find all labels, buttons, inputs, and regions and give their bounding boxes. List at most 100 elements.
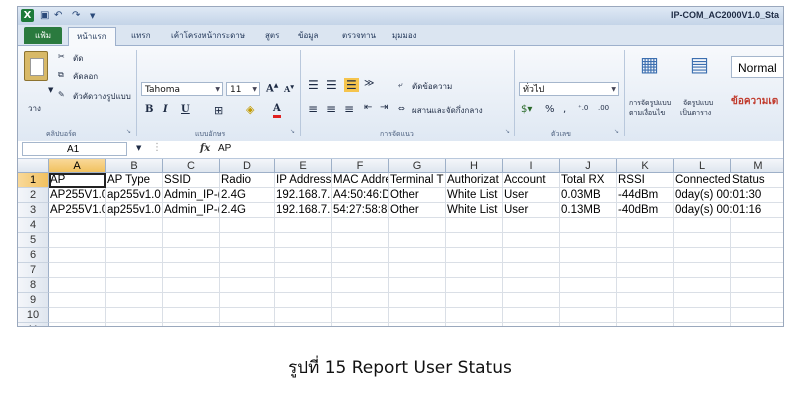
align-middle-icon[interactable]: ☰ [326, 78, 337, 92]
cell-d5[interactable] [220, 233, 275, 248]
cell-l1[interactable]: Connected [674, 173, 731, 188]
select-all-corner[interactable] [18, 159, 49, 173]
cell-m5[interactable] [731, 233, 783, 248]
column-header-f[interactable]: F [332, 159, 389, 173]
decrease-decimal-icon[interactable]: .00 [598, 104, 609, 112]
cell-b10[interactable] [106, 308, 163, 323]
tab-insert[interactable]: แทรก [131, 29, 151, 42]
cell-b9[interactable] [106, 293, 163, 308]
cut-icon[interactable]: ✂ [58, 52, 65, 61]
cell-b7[interactable] [106, 263, 163, 278]
cell-b3[interactable]: ap255v1.0 [106, 203, 163, 218]
cell-m7[interactable] [731, 263, 783, 278]
tab-page-layout[interactable]: เค้าโครงหน้ากระดาษ [171, 29, 245, 42]
cell-d10[interactable] [220, 308, 275, 323]
cell-j1[interactable]: Total RX [560, 173, 617, 188]
cell-h3[interactable]: White List [446, 203, 503, 218]
cell-l7[interactable] [674, 263, 731, 278]
cell-g2[interactable]: Other [389, 188, 446, 203]
cell-f11[interactable] [332, 323, 389, 326]
cell-g10[interactable] [389, 308, 446, 323]
cell-e3[interactable]: 192.168.7.1 [275, 203, 332, 218]
cell-i9[interactable] [503, 293, 560, 308]
column-header-l[interactable]: L [674, 159, 731, 173]
insert-function-button[interactable]: fx [200, 143, 210, 154]
cell-b4[interactable] [106, 218, 163, 233]
tab-formulas[interactable]: สูตร [265, 29, 279, 42]
cell-h10[interactable] [446, 308, 503, 323]
align-bottom-icon[interactable]: ☰ [344, 78, 359, 92]
copy-icon[interactable]: ⧉ [58, 70, 64, 80]
decrease-indent-icon[interactable]: ⇤ [364, 102, 372, 113]
save-icon[interactable]: ▣ [40, 10, 49, 21]
underline-button[interactable]: U [181, 104, 190, 115]
cell-a4[interactable] [49, 218, 106, 233]
cell-d3[interactable]: 2.4G [220, 203, 275, 218]
cell-e4[interactable] [275, 218, 332, 233]
undo-icon[interactable]: ↶ [54, 10, 62, 21]
row-header-6[interactable]: 6 [18, 248, 49, 263]
redo-icon[interactable]: ↷ [72, 10, 80, 21]
cell-c4[interactable] [163, 218, 220, 233]
cell-f10[interactable] [332, 308, 389, 323]
cell-m8[interactable] [731, 278, 783, 293]
increase-indent-icon[interactable]: ⇥ [380, 102, 388, 113]
align-top-icon[interactable]: ☰ [308, 78, 319, 92]
cell-c10[interactable] [163, 308, 220, 323]
cell-g3[interactable]: Other [389, 203, 446, 218]
cell-b2[interactable]: ap255v1.0 [106, 188, 163, 203]
cell-d11[interactable] [220, 323, 275, 326]
cell-a7[interactable] [49, 263, 106, 278]
row-header-9[interactable]: 9 [18, 293, 49, 308]
font-color-icon[interactable]: A [273, 103, 281, 118]
cell-g9[interactable] [389, 293, 446, 308]
cell-l9[interactable] [674, 293, 731, 308]
row-header-10[interactable]: 10 [18, 308, 49, 323]
column-header-a[interactable]: A [49, 159, 106, 173]
cell-d6[interactable] [220, 248, 275, 263]
cell-k7[interactable] [617, 263, 674, 278]
copy-button[interactable]: คัดลอก [73, 70, 98, 83]
column-header-h[interactable]: H [446, 159, 503, 173]
paste-dropdown-icon[interactable]: ▼ [48, 86, 53, 94]
format-as-table-button-line2[interactable]: เป็นตาราง [680, 108, 711, 119]
cell-f3[interactable]: 54:27:58:8 [332, 203, 389, 218]
cell-j4[interactable] [560, 218, 617, 233]
cell-j7[interactable] [560, 263, 617, 278]
cell-c9[interactable] [163, 293, 220, 308]
grow-font-icon[interactable]: A▲ [266, 82, 278, 94]
column-header-k[interactable]: K [617, 159, 674, 173]
currency-icon[interactable]: $▾ [521, 104, 532, 115]
cell-g11[interactable] [389, 323, 446, 326]
cell-f6[interactable] [332, 248, 389, 263]
wrap-text-button[interactable]: ตัดข้อความ [412, 80, 452, 93]
cell-m4[interactable] [731, 218, 783, 233]
row-header-5[interactable]: 5 [18, 233, 49, 248]
cell-k1[interactable]: RSSI [617, 173, 674, 188]
cell-l3[interactable]: 0day(s) 00:01:16 [674, 203, 761, 218]
cell-g7[interactable] [389, 263, 446, 278]
cell-d8[interactable] [220, 278, 275, 293]
cell-b6[interactable] [106, 248, 163, 263]
cell-c1[interactable]: SSID [163, 173, 220, 188]
comma-button[interactable]: , [563, 104, 566, 115]
cell-e8[interactable] [275, 278, 332, 293]
tab-file[interactable]: แฟ้ม [24, 27, 62, 44]
cell-h1[interactable]: Authorizat [446, 173, 503, 188]
customize-qat-icon[interactable]: ▼ [90, 12, 95, 20]
orientation-icon[interactable]: ≫ [364, 78, 374, 89]
excel-app-icon[interactable]: X [21, 9, 34, 22]
align-center-icon[interactable]: ≡ [326, 102, 336, 116]
cut-button[interactable]: ตัด [73, 52, 83, 65]
cell-m11[interactable] [731, 323, 783, 326]
row-header-7[interactable]: 7 [18, 263, 49, 278]
percent-button[interactable]: % [545, 104, 555, 115]
cell-k2[interactable]: -44dBm [617, 188, 674, 203]
shrink-font-icon[interactable]: A▼ [284, 84, 294, 94]
cell-m6[interactable] [731, 248, 783, 263]
cell-k9[interactable] [617, 293, 674, 308]
paste-icon[interactable] [24, 51, 48, 81]
cell-c6[interactable] [163, 248, 220, 263]
font-family-select[interactable]: Tahoma ▼ [141, 82, 223, 96]
cell-e7[interactable] [275, 263, 332, 278]
